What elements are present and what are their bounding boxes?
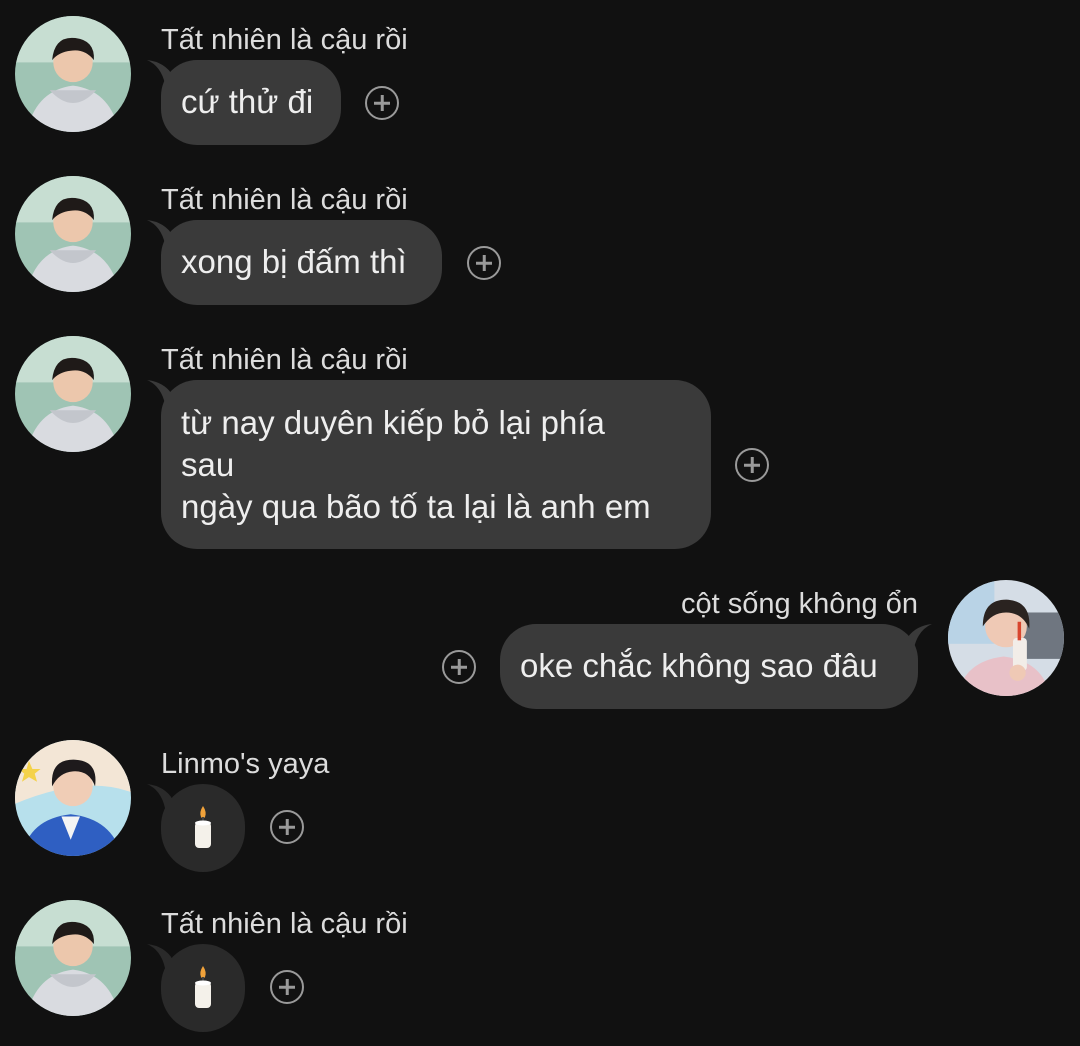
avatar[interactable]: [15, 176, 131, 292]
message-bubble[interactable]: [161, 784, 245, 872]
message-text: xong bị đấm thì: [181, 243, 407, 280]
avatar-image: [15, 336, 131, 452]
sender-name: cột sống không ổn: [680, 588, 918, 620]
avatar[interactable]: [15, 16, 131, 132]
sender-name: Tất nhiên là cậu rồi: [161, 184, 408, 216]
avatar-image: [948, 580, 1064, 696]
sender-name: Linmo's yaya: [161, 748, 330, 780]
add-reaction-icon[interactable]: [365, 86, 399, 120]
sender-name: Tất nhiên là cậu rồi: [161, 24, 408, 56]
add-reaction-icon[interactable]: [442, 650, 476, 684]
sender-name: Tất nhiên là cậu rồi: [161, 344, 408, 376]
message-bubble[interactable]: cứ thử đi: [161, 60, 341, 145]
avatar[interactable]: [15, 900, 131, 1016]
message-bubble[interactable]: oke chắc không sao đâu: [500, 624, 918, 709]
add-reaction-icon[interactable]: [735, 448, 769, 482]
add-reaction-icon[interactable]: [270, 970, 304, 1004]
message-bubble[interactable]: [161, 944, 245, 1032]
avatar[interactable]: [948, 580, 1064, 696]
message-text: oke chắc không sao đâu: [520, 647, 878, 684]
avatar-image: [15, 176, 131, 292]
add-reaction-icon[interactable]: [270, 810, 304, 844]
avatar-image: [15, 16, 131, 132]
sender-name: Tất nhiên là cậu rồi: [161, 908, 408, 940]
candle-icon: [195, 966, 211, 1008]
message-text: cứ thử đi: [181, 83, 314, 120]
avatar[interactable]: [15, 740, 131, 856]
add-reaction-icon[interactable]: [467, 246, 501, 280]
message-bubble[interactable]: từ nay duyên kiếp bỏ lại phía sau ngày q…: [161, 380, 711, 549]
avatar-image: [15, 740, 131, 856]
avatar[interactable]: [15, 336, 131, 452]
candle-icon: [195, 806, 211, 848]
avatar-image: [15, 900, 131, 1016]
message-text: từ nay duyên kiếp bỏ lại phía sau ngày q…: [181, 404, 651, 525]
message-bubble[interactable]: xong bị đấm thì: [161, 220, 442, 305]
